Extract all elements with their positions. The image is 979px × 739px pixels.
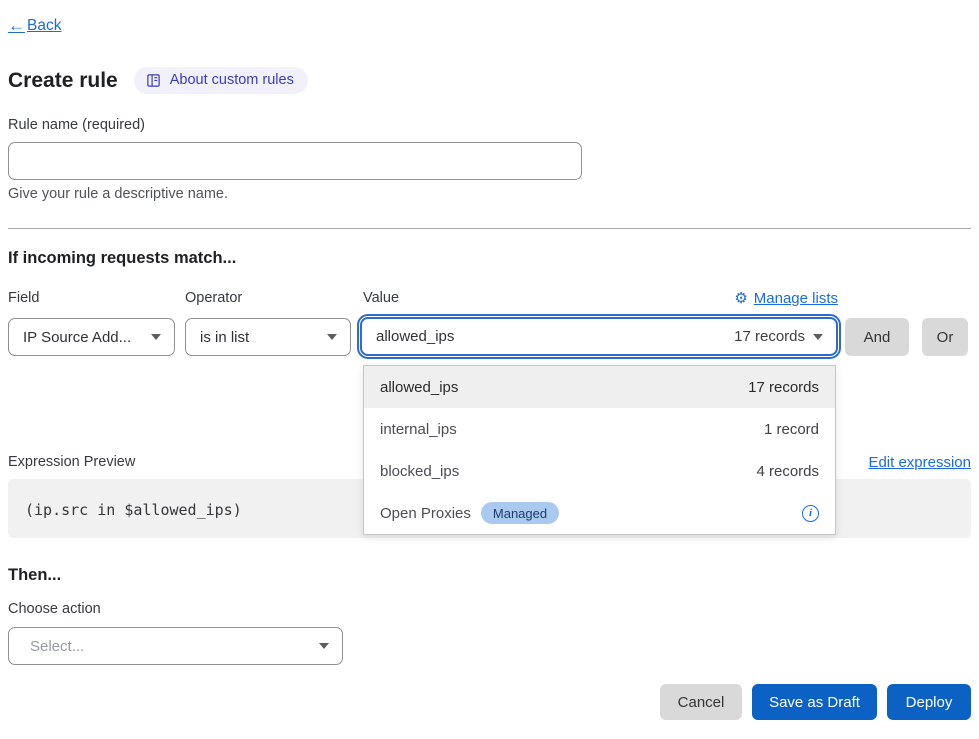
value-select-value: allowed_ips [376, 328, 454, 345]
about-badge-label: About custom rules [170, 72, 294, 88]
rule-name-label: Rule name (required) [8, 117, 145, 133]
value-select[interactable]: allowed_ips 17 records [360, 317, 838, 356]
field-select-value: IP Source Add... [23, 329, 131, 346]
expression-code: (ip.src in $allowed_ips) [25, 501, 242, 519]
field-select[interactable]: IP Source Add... [8, 318, 175, 356]
rule-name-helper: Give your rule a descriptive name. [8, 186, 228, 202]
back-arrow-icon: ← [8, 16, 25, 36]
manage-lists-link[interactable]: Manage lists [754, 290, 838, 307]
expression-preview-label: Expression Preview [8, 454, 135, 470]
field-label: Field [8, 290, 39, 306]
operator-label: Operator [185, 290, 242, 306]
book-icon [146, 73, 161, 88]
operator-select[interactable]: is in list [185, 318, 351, 356]
and-button[interactable]: And [845, 318, 909, 356]
chevron-down-icon [319, 643, 329, 649]
list-records: 4 records [756, 463, 819, 480]
chevron-down-icon [327, 334, 337, 340]
create-rule-page: ←Back Create rule About custom rules Rul… [0, 0, 979, 739]
list-name: blocked_ips [380, 463, 459, 480]
list-item-internal-ips[interactable]: internal_ips 1 record [364, 408, 835, 450]
section-divider [8, 228, 971, 229]
chevron-down-icon [151, 334, 161, 340]
edit-expression-link[interactable]: Edit expression [868, 454, 971, 471]
gear-icon: ⚙ [734, 291, 747, 306]
list-name: allowed_ips [380, 379, 458, 396]
then-section-heading: Then... [8, 566, 61, 585]
choose-action-label: Choose action [8, 601, 101, 617]
list-name: internal_ips [380, 421, 457, 438]
title-row: Create rule About custom rules [8, 67, 308, 94]
chevron-down-icon [813, 334, 823, 340]
page-title: Create rule [8, 69, 118, 93]
manage-lists: ⚙ Manage lists [363, 290, 838, 307]
info-icon[interactable]: i [802, 505, 819, 522]
list-records: 17 records [748, 379, 819, 396]
operator-select-value: is in list [200, 329, 249, 346]
about-custom-rules-link[interactable]: About custom rules [134, 67, 308, 94]
rule-name-input[interactable] [8, 142, 582, 180]
match-section-heading: If incoming requests match... [8, 249, 236, 268]
list-item-open-proxies[interactable]: Open Proxies Managed i [364, 492, 835, 534]
action-select[interactable]: Select... [8, 627, 343, 665]
action-select-placeholder: Select... [30, 638, 84, 655]
list-item-blocked-ips[interactable]: blocked_ips 4 records [364, 450, 835, 492]
list-records: 1 record [764, 421, 819, 438]
list-item-allowed-ips[interactable]: allowed_ips 17 records [364, 366, 835, 408]
save-as-draft-button[interactable]: Save as Draft [752, 684, 877, 720]
value-dropdown-menu: allowed_ips 17 records internal_ips 1 re… [363, 365, 836, 535]
deploy-button[interactable]: Deploy [887, 684, 971, 720]
back-link[interactable]: ←Back [8, 16, 61, 36]
value-select-records: 17 records [734, 328, 805, 345]
back-label: Back [27, 17, 61, 35]
list-name: Open Proxies [380, 505, 471, 522]
cancel-button[interactable]: Cancel [660, 684, 742, 720]
or-button[interactable]: Or [922, 318, 968, 356]
managed-badge: Managed [481, 502, 559, 524]
